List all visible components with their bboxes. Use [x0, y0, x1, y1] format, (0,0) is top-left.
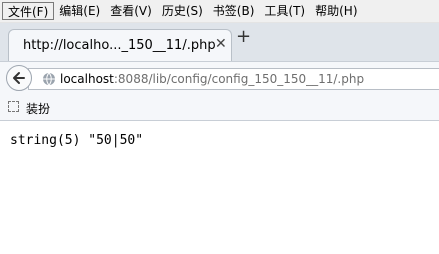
url-text: localhost:8088/lib/config/config_150_150…	[60, 72, 364, 86]
menu-file[interactable]: 文件(F)	[2, 2, 55, 20]
menu-bar: 文件(F) 编辑(E) 查看(V) 历史(S) 书签(B) 工具(T) 帮助(H…	[0, 0, 439, 23]
url-bar[interactable]: localhost:8088/lib/config/config_150_150…	[28, 68, 439, 90]
navigation-bar: localhost:8088/lib/config/config_150_150…	[0, 61, 439, 96]
back-arrow-icon	[13, 72, 25, 84]
menu-bookmarks[interactable]: 书签(B)	[208, 2, 260, 20]
tab-strip: http://localho..._150__11/.php ✕	[0, 23, 439, 61]
back-button[interactable]	[6, 65, 32, 91]
menu-help[interactable]: 帮助(H)	[310, 2, 362, 20]
browser-tab[interactable]: http://localho..._150__11/.php ✕	[8, 29, 232, 61]
globe-icon	[43, 72, 55, 86]
close-icon[interactable]: ✕	[215, 36, 227, 52]
bookmark-item[interactable]: 装扮	[26, 100, 50, 117]
url-path: :8088/lib/config/config_150_150__11/.php	[113, 72, 365, 86]
menu-view[interactable]: 查看(V)	[105, 2, 157, 20]
new-tab-icon[interactable]: +	[236, 28, 251, 46]
menu-history[interactable]: 历史(S)	[157, 2, 208, 20]
page-output: string(5) "50|50"	[10, 133, 144, 148]
tab-title: http://localho..._150__11/.php	[23, 38, 216, 53]
menu-tools[interactable]: 工具(T)	[259, 2, 310, 20]
menu-edit[interactable]: 编辑(E)	[54, 2, 105, 20]
bookmark-folder-icon	[8, 101, 19, 112]
url-host: localhost	[60, 72, 114, 86]
bookmarks-toolbar: 装扮	[0, 95, 439, 121]
